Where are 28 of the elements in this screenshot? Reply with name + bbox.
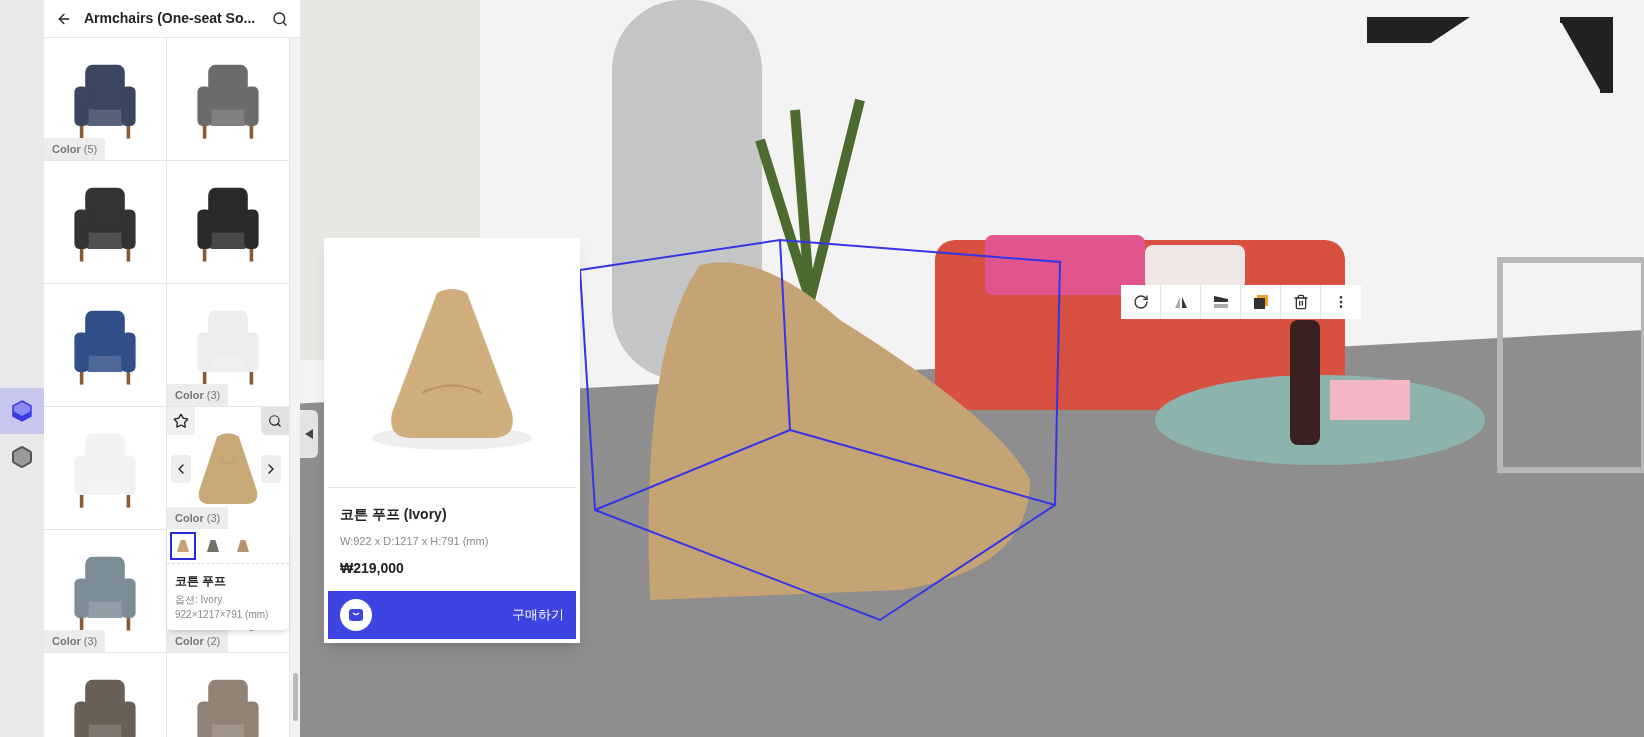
swatch-button[interactable] <box>170 532 196 560</box>
color-count-label: Color (2) <box>167 629 229 652</box>
color-count-label: Color (5) <box>44 137 106 160</box>
panel-title: Armchairs (One-seat So... <box>84 9 257 28</box>
product-tile[interactable]: Color (5) <box>44 38 167 161</box>
product-tile[interactable]: Color (3) <box>44 530 167 653</box>
tooltip-title: 코튼 푸프 <box>175 573 228 590</box>
color-count-label: Color (3) <box>44 629 106 652</box>
star-icon <box>173 413 189 429</box>
product-tile[interactable] <box>44 161 167 284</box>
search-icon <box>268 414 282 428</box>
previous-button[interactable] <box>171 455 191 483</box>
size-text: 922×1217×791 (mm) <box>175 608 270 622</box>
product-tile[interactable] <box>44 284 167 407</box>
search-icon[interactable] <box>272 10 288 27</box>
color-count-label: Color (3) <box>167 383 229 406</box>
next-button[interactable] <box>261 455 281 483</box>
product-tile[interactable] <box>167 38 290 161</box>
zoom-button[interactable] <box>261 407 289 435</box>
color-count-label: Color (3) <box>167 506 229 529</box>
favorite-button[interactable] <box>167 407 195 435</box>
scrollbar[interactable] <box>290 38 300 737</box>
product-tile[interactable] <box>44 407 167 530</box>
hexagon-icon <box>10 445 34 469</box>
product-tile[interactable] <box>167 161 290 284</box>
cube-icon <box>10 399 34 423</box>
product-tile[interactable]: Color (3) <box>167 284 290 407</box>
option-text: 옵션: Ivory <box>175 593 224 607</box>
